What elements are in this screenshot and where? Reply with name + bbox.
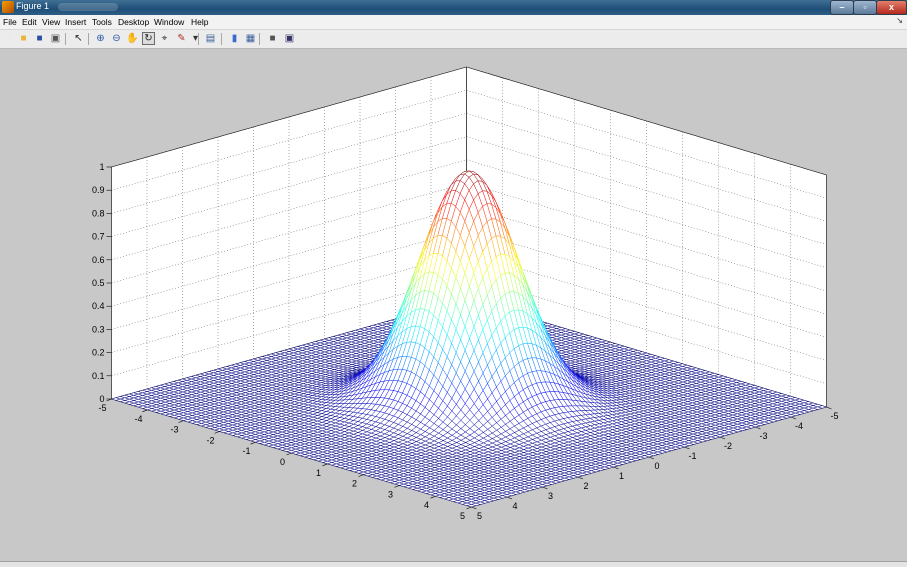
toolbar-separator	[198, 33, 199, 45]
close-button[interactable]: x	[876, 0, 907, 15]
insert-legend-icon[interactable]: ▦	[244, 32, 257, 45]
maximize-button[interactable]: ▫	[853, 0, 877, 15]
brush-icon[interactable]: ✎	[175, 32, 188, 45]
rotate-3d-icon[interactable]: ↻	[142, 32, 155, 45]
menu-window[interactable]: Window	[154, 17, 184, 27]
insert-colorbar-icon[interactable]: ▮	[228, 32, 241, 45]
menu-file[interactable]: File	[3, 17, 17, 27]
menu-bar: File Edit View Insert Tools Desktop Wind…	[0, 15, 907, 30]
toolbar-separator	[65, 33, 66, 45]
save-icon[interactable]: ■	[33, 32, 46, 45]
matlab-app-icon	[2, 1, 14, 13]
brush-dropdown-icon[interactable]: ▾	[189, 32, 202, 45]
window-title-blurred	[58, 3, 118, 11]
menu-insert[interactable]: Insert	[65, 17, 86, 27]
link-plot-icon[interactable]: ▤	[204, 32, 217, 45]
surface-plot[interactable]: 00.10.20.30.40.50.60.70.80.91-5-4-3-2-10…	[0, 49, 907, 561]
open-file-icon[interactable]: ■	[17, 32, 30, 45]
zoom-in-icon[interactable]: ⊕	[94, 32, 107, 45]
figure-toolbar: ▯■■▣↖⊕⊖✋↻⌖✎▾▤▮▦■▣	[0, 30, 907, 49]
dock-arrow-icon[interactable]: ↘	[896, 16, 903, 25]
menu-desktop[interactable]: Desktop	[118, 17, 149, 27]
show-plot-tools-icon[interactable]: ▣	[283, 32, 296, 45]
toolbar-separator	[221, 33, 222, 45]
zoom-out-icon[interactable]: ⊖	[110, 32, 123, 45]
edit-plot-icon[interactable]: ↖	[72, 32, 85, 45]
toolbar-separator	[259, 33, 260, 45]
new-figure-icon[interactable]: ▯	[3, 32, 16, 45]
minimize-button[interactable]: –	[830, 0, 854, 15]
toolbar-separator	[88, 33, 89, 45]
data-cursor-icon[interactable]: ⌖	[158, 32, 171, 45]
menu-view[interactable]: View	[42, 17, 60, 27]
menu-help[interactable]: Help	[191, 17, 208, 27]
window-title: Figure 1	[16, 1, 49, 11]
pan-icon[interactable]: ✋	[126, 32, 139, 45]
menu-edit[interactable]: Edit	[22, 17, 37, 27]
hide-plot-tools-icon[interactable]: ■	[266, 32, 279, 45]
menu-tools[interactable]: Tools	[92, 17, 112, 27]
print-icon[interactable]: ▣	[49, 32, 62, 45]
window-titlebar[interactable]: Figure 1 – ▫ x	[0, 0, 907, 15]
